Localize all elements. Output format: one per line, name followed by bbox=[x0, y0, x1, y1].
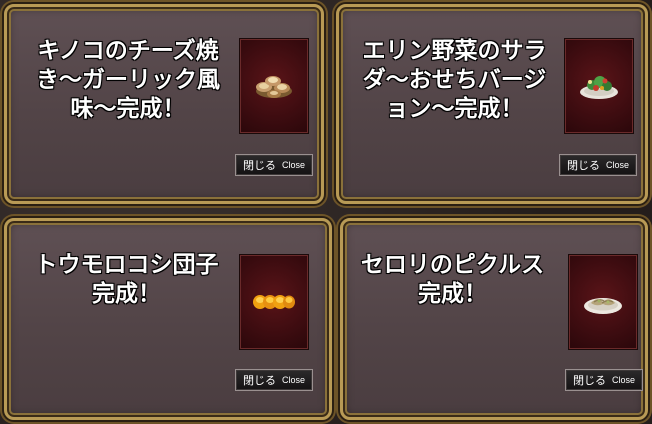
close-button[interactable]: 閉じる Close bbox=[559, 154, 637, 176]
close-button[interactable]: 閉じる Close bbox=[235, 369, 313, 391]
completion-dialog-corn-dumpling: トウモロコシ団子 完成！ 閉じる Close bbox=[4, 218, 332, 420]
salad-plate-icon bbox=[580, 76, 618, 99]
close-label-jp: 閉じる bbox=[242, 374, 276, 387]
close-label-en: Close bbox=[281, 160, 305, 170]
item-slot bbox=[568, 254, 638, 350]
close-label-en: Close bbox=[605, 160, 629, 170]
dialog-title: トウモロコシ団子 完成！ bbox=[34, 252, 219, 307]
close-button[interactable]: 閉じる Close bbox=[235, 154, 313, 176]
close-label-jp: 閉じる bbox=[242, 159, 276, 172]
completion-dialog-mushroom: キノコのチーズ焼 き〜ガーリック風 味〜完成！ 閉じる Close bbox=[4, 4, 324, 204]
close-label-en: Close bbox=[281, 375, 305, 385]
item-slot bbox=[239, 254, 309, 350]
close-button[interactable]: 閉じる Close bbox=[565, 369, 643, 391]
dialog-title: キノコのチーズ焼 き〜ガーリック風 味〜完成！ bbox=[36, 38, 220, 122]
completion-dialog-celery-pickles: セロリのピクルス 完成！ 閉じる Close bbox=[340, 218, 648, 420]
close-label-jp: 閉じる bbox=[572, 374, 606, 387]
grilled-mushroom-icon bbox=[256, 76, 292, 98]
item-slot bbox=[564, 38, 634, 134]
completion-dialog-salad: エリン野菜のサラ ダ〜おせちバージ ョン〜完成！ 閉じる Close bbox=[336, 4, 648, 204]
close-label-jp: 閉じる bbox=[566, 159, 600, 172]
dialog-title: セロリのピクルス 完成！ bbox=[360, 252, 545, 307]
dialog-title: エリン野菜のサラ ダ〜おせちバージ ョン〜完成！ bbox=[362, 38, 547, 122]
corn-dumpling-icon bbox=[253, 295, 295, 309]
completion-dialogs-grid: キノコのチーズ焼 き〜ガーリック風 味〜完成！ 閉じる Close エリン野菜の… bbox=[0, 0, 652, 424]
item-slot bbox=[239, 38, 309, 134]
pickles-plate-icon bbox=[584, 298, 622, 314]
close-label-en: Close bbox=[611, 375, 635, 385]
